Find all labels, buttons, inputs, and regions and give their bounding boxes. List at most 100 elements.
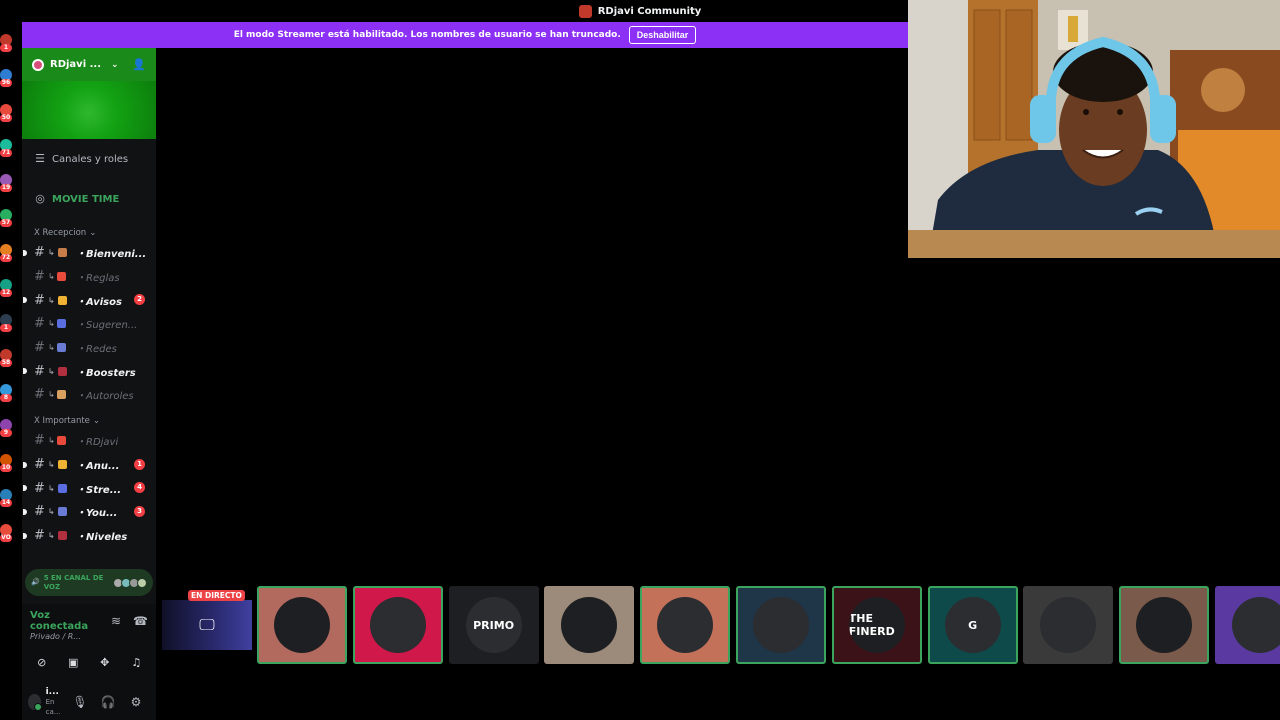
server-mention-badge: 1 <box>0 44 12 52</box>
voice-channel-name: Privado / R... <box>30 632 81 641</box>
avatar <box>137 577 147 588</box>
participant-tile[interactable] <box>640 586 731 664</box>
channel-item[interactable]: # ↳ ・Reglas <box>22 265 156 289</box>
participant-tile[interactable]: G <box>927 586 1018 664</box>
channel-item[interactable]: # ↳ ・Anu... 1 <box>22 453 156 477</box>
avatar <box>369 597 426 653</box>
channels-roles-label: Canales y roles <box>52 153 129 165</box>
stage-icon: ◎ <box>35 192 45 205</box>
channel-name: ・Niveles <box>76 531 128 543</box>
disconnect-icon[interactable]: ☎ <box>133 614 148 628</box>
server-mention-badge: 71 <box>0 149 12 157</box>
hash-icon: # <box>34 316 45 332</box>
channel-emoji-icon: ↳ <box>48 295 76 305</box>
channel-emoji-icon: ↳ <box>48 343 76 353</box>
server-header[interactable]: RDjavi ... ⌄ 👤 <box>22 48 156 81</box>
add-member-icon[interactable]: 👤 <box>132 58 146 71</box>
screen-share-icon[interactable]: ▣ <box>60 651 86 673</box>
channel-emoji-icon: ↳ <box>48 390 76 400</box>
gear-icon[interactable]: ⚙ <box>122 695 150 709</box>
server-rail: 1 96 50 71 19 57 72 12 1 58 8 9 10 14 VO <box>0 22 22 720</box>
unread-indicator <box>23 250 27 256</box>
channel-item[interactable]: # ↳ ・Stre... 4 <box>22 476 156 500</box>
mention-badge: 3 <box>134 505 145 517</box>
noise-suppression-icon[interactable]: ≋ <box>111 614 121 628</box>
category-label: X Recepcion <box>34 228 87 238</box>
channel-item[interactable]: # ↳ ・Sugeren... <box>22 312 156 336</box>
channel-list-recepcion: # ↳ ・Bienveni... # ↳ ・Reglas # ↳ ・Avisos 2 # ↳ ・… <box>22 241 156 407</box>
live-stream-tile[interactable]: 🖵 EN DIRECTO <box>160 586 252 664</box>
participant-tile[interactable] <box>544 586 635 664</box>
participant-tile[interactable] <box>1215 586 1280 664</box>
channel-emoji-icon: ↳ <box>48 272 76 282</box>
server-icon <box>578 4 592 18</box>
avatar <box>1136 597 1193 653</box>
unread-indicator <box>23 485 27 492</box>
category-importante[interactable]: X Importante ⌄ <box>22 413 156 429</box>
activities-icon[interactable]: ✥ <box>92 651 118 673</box>
avatar <box>561 597 618 653</box>
server-mention-badge: VO <box>0 534 12 542</box>
window-title: RDjavi Community <box>597 5 702 17</box>
headphones-icon[interactable]: 🎧 <box>94 695 122 709</box>
streamer-mode-banner: El modo Streamer está habilitado. Los no… <box>22 22 908 48</box>
channel-name: ・Stre... <box>76 484 122 496</box>
channel-name: ・Redes <box>76 344 117 356</box>
channel-sidebar: RDjavi ... ⌄ 👤 ☰ Canales y roles ◎ MOVIE… <box>22 48 156 720</box>
participant-tile[interactable] <box>257 586 347 664</box>
hash-icon: # <box>34 292 45 308</box>
channel-name: ・Sugeren... <box>76 320 138 332</box>
hash-icon: # <box>34 433 45 449</box>
hash-icon: # <box>34 340 45 356</box>
channel-name: ・Reglas <box>76 273 120 285</box>
voice-connection-panel: Voz conectada ≋ ☎ Privado / R... ⊘ ▣ ✥ ♫… <box>22 604 156 720</box>
server-name: RDjavi ... <box>50 59 102 70</box>
server-mention-badge: 50 <box>0 114 12 122</box>
channel-emoji-icon: ↳ <box>48 530 76 540</box>
channel-name: ・Boosters <box>76 367 136 379</box>
user-info[interactable]: i... En ca... <box>46 687 66 717</box>
avatar[interactable] <box>28 694 42 711</box>
channel-item[interactable]: # ↳ ・Bienveni... <box>22 241 156 265</box>
hash-icon: # <box>34 456 45 472</box>
camera-off-icon[interactable]: ⊘ <box>29 651 55 673</box>
disable-streamer-button[interactable]: Deshabilitar <box>628 26 697 44</box>
channel-emoji-icon: ↳ <box>48 436 76 446</box>
participant-tile[interactable]: PRIMO <box>448 586 539 664</box>
channel-item[interactable]: # ↳ ・Avisos 2 <box>22 288 156 312</box>
participant-tile[interactable] <box>1119 586 1210 664</box>
server-mention-badge: 14 <box>0 499 12 507</box>
avatar <box>1040 597 1097 653</box>
voice-connected-status[interactable]: Voz conectada <box>30 610 111 632</box>
channel-name: ・RDjavi <box>76 437 119 449</box>
channel-item[interactable]: # ↳ ・Niveles <box>22 524 156 548</box>
server-mention-badge: 72 <box>0 254 12 262</box>
participant-tile[interactable]: THE FINERD <box>831 586 922 664</box>
unread-indicator <box>23 532 27 539</box>
participant-tile[interactable] <box>352 586 443 664</box>
soundboard-icon[interactable]: ♫ <box>123 651 149 673</box>
webcam-feed <box>908 0 1280 258</box>
channel-name: ・Anu... <box>76 460 120 472</box>
server-mention-badge: 9 <box>0 429 12 437</box>
category-recepcion[interactable]: X Recepcion ⌄ <box>22 225 156 241</box>
participant-strip: 🖵 EN DIRECTO PRIMO THE FINERD G <box>160 586 1280 664</box>
participant-tile[interactable] <box>736 586 826 664</box>
channels-roles-link[interactable]: ☰ Canales y roles <box>22 147 156 171</box>
channel-item[interactable]: # ↳ ・Redes <box>22 336 156 360</box>
event-link[interactable]: ◎ MOVIE TIME <box>22 187 156 211</box>
microphone-icon[interactable]: 🎙 <box>66 695 94 709</box>
participant-tile[interactable] <box>1023 586 1114 664</box>
avatar <box>657 597 714 653</box>
channel-item[interactable]: # ↳ ・Boosters <box>22 359 156 383</box>
list-icon: ☰ <box>35 152 45 165</box>
server-mention-badge: 8 <box>0 394 12 402</box>
channel-item[interactable]: # ↳ ・You... 3 <box>22 500 156 524</box>
channel-item[interactable]: # ↳ ・RDjavi <box>22 429 156 453</box>
avatar-label: G <box>968 618 978 632</box>
chevron-down-icon: ⌄ <box>111 59 119 70</box>
webcam-image <box>908 0 1280 258</box>
channel-item[interactable]: # ↳ ・Autoroles <box>22 383 156 407</box>
voice-channel-pill[interactable]: 🔊 5 EN CANAL DE VOZ <box>25 569 153 596</box>
server-mention-badge: 12 <box>0 289 12 297</box>
